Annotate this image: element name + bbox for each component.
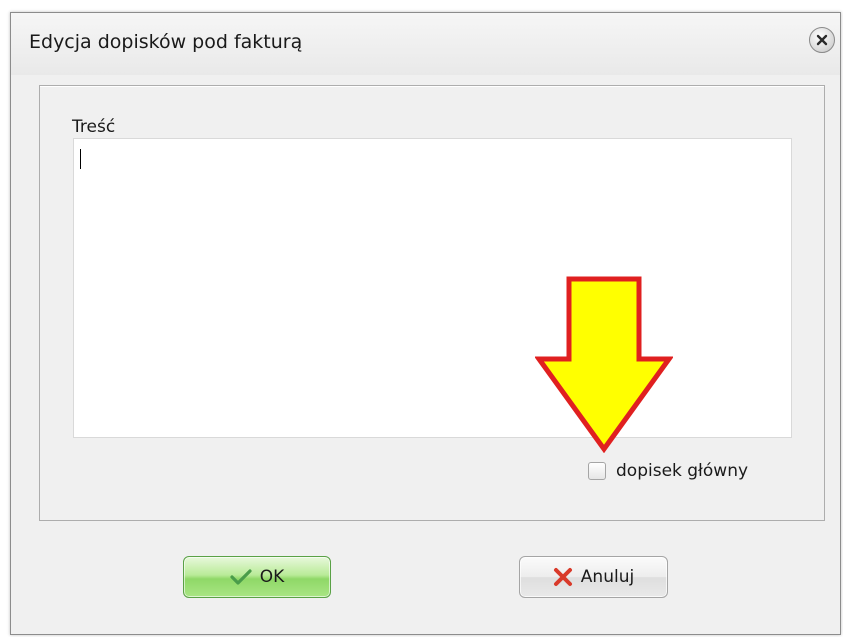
content-label: Treść [72, 117, 116, 137]
down-arrow-icon [535, 276, 673, 453]
cross-icon [553, 567, 573, 587]
text-caret [80, 149, 81, 169]
content-group: Treść dopisek główny [39, 85, 825, 521]
title-bar[interactable]: Edycja dopisków pod fakturą [11, 13, 840, 75]
checkmark-icon [230, 568, 252, 586]
main-note-checkbox-label: dopisek główny [616, 461, 749, 481]
cancel-button-label: Anuluj [580, 567, 635, 587]
ok-button-label: OK [259, 567, 285, 587]
ok-button[interactable]: OK [183, 556, 331, 598]
content-textarea[interactable] [73, 138, 792, 438]
dialog-window: Edycja dopisków pod fakturą Treść dopise… [10, 12, 841, 635]
cancel-button[interactable]: Anuluj [519, 556, 668, 598]
close-button[interactable] [809, 27, 835, 53]
main-note-checkbox-row[interactable]: dopisek główny [588, 458, 748, 484]
main-note-checkbox[interactable] [588, 462, 606, 480]
dialog-title: Edycja dopisków pod fakturą [29, 31, 303, 53]
close-icon [816, 34, 828, 46]
